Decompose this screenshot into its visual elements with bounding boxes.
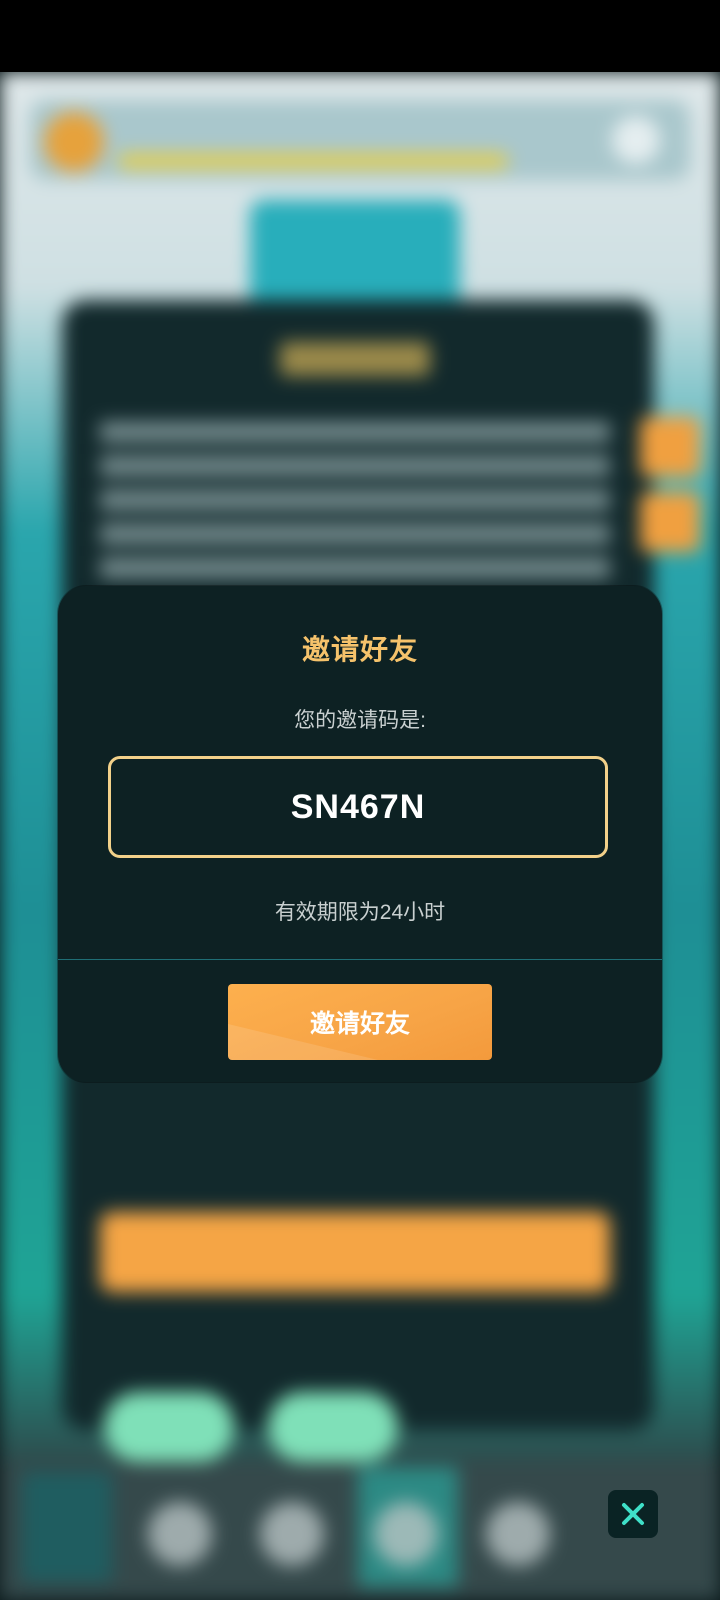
bg-panel-title <box>280 342 430 376</box>
bg-nav-highlight <box>22 1472 112 1582</box>
invite-code-label: 您的邀请码是: <box>294 709 426 732</box>
bg-avatar <box>44 112 104 172</box>
invite-dialog: 邀请好友 您的邀请码是: SN467N 有效期限为24小时 邀请好友 <box>58 586 662 1082</box>
validity-text: 有效期限为24小时 <box>274 901 446 924</box>
bg-pill <box>104 1392 234 1462</box>
bg-nav-icon <box>486 1502 550 1566</box>
close-button[interactable] <box>608 1490 658 1538</box>
close-icon <box>622 1503 644 1525</box>
bg-pill <box>268 1392 398 1462</box>
bg-nav-icon <box>148 1502 212 1566</box>
invite-code-box[interactable]: SN467N <box>108 756 608 858</box>
bg-tab <box>250 200 460 310</box>
bg-nav-icon <box>374 1502 438 1566</box>
bg-panel-text <box>100 422 610 582</box>
bg-gear-icon <box>612 116 660 164</box>
bg-side-tab <box>640 492 700 552</box>
invite-code[interactable]: SN467N <box>291 788 426 827</box>
dialog-title: 邀请好友 <box>301 634 418 665</box>
bg-progress-bar <box>118 154 508 168</box>
bg-orange-button <box>100 1212 610 1292</box>
bg-side-tab <box>640 417 700 477</box>
invite-button-label: 邀请好友 <box>309 1010 410 1038</box>
invite-friends-button[interactable]: 邀请好友 <box>228 984 492 1060</box>
bg-nav-icon <box>260 1502 324 1566</box>
status-bar <box>0 0 720 72</box>
bg-top-bar <box>30 100 690 180</box>
divider <box>58 959 662 960</box>
